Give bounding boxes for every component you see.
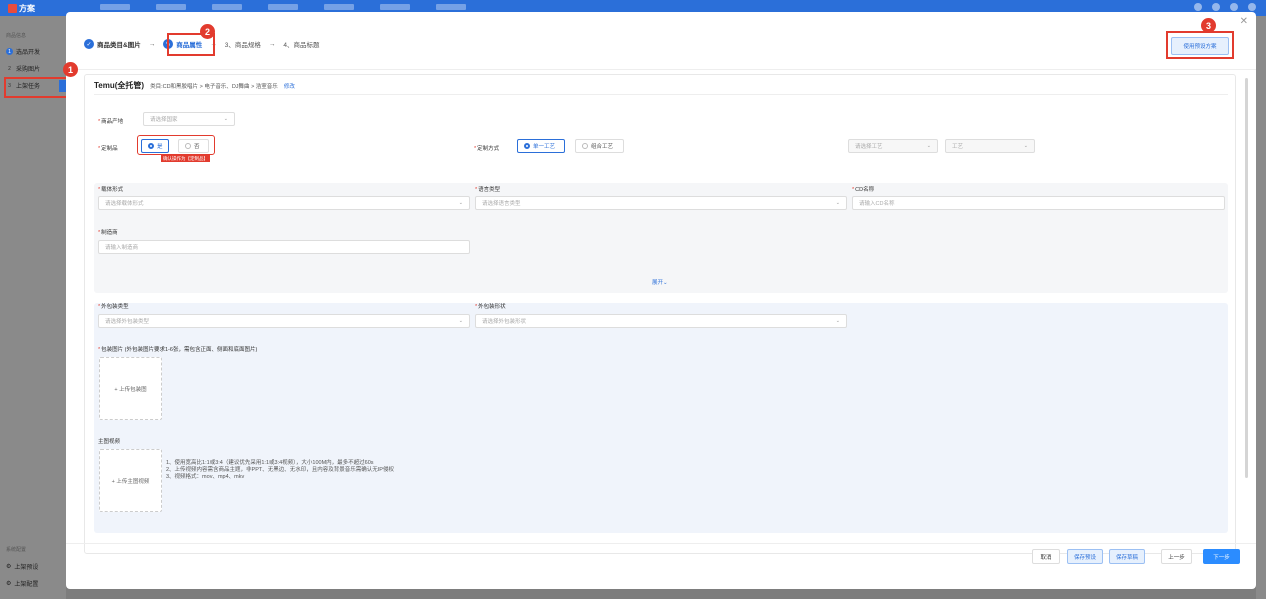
save-draft-button[interactable]: 保存草稿	[1109, 549, 1145, 564]
chevron-down-icon: ⌄	[458, 200, 463, 206]
language-label: *语言类型	[475, 187, 501, 193]
notification-icon[interactable]	[1194, 3, 1202, 11]
top-nav-item[interactable]	[212, 4, 242, 10]
chevron-down-icon: ⌄	[223, 116, 228, 122]
top-nav-item[interactable]	[100, 4, 130, 10]
craft-sub-select[interactable]: 工艺 ⌄	[945, 139, 1035, 153]
chevron-down-icon: ⌄	[663, 280, 668, 286]
sidebar-item-listing-config[interactable]: ⚙ 上架配置	[6, 579, 38, 588]
language-select[interactable]: 请选择语言类型 ⌄	[475, 196, 847, 210]
cd-name-input[interactable]: 请输入CD名称	[852, 196, 1225, 210]
maker-input[interactable]: 请输入制造商	[98, 240, 470, 254]
top-nav-item[interactable]	[324, 4, 354, 10]
video-requirements: 1、使用宽高比1:1或3:4（建议优先采用1:1或3:4视频），大小100M内，…	[166, 460, 394, 480]
pack-shape-select[interactable]: 请选择外包装形状 ⌄	[475, 314, 847, 328]
edit-category-link[interactable]: 修改	[284, 82, 295, 90]
top-nav-items	[100, 4, 466, 10]
sidebar-collapse-handle[interactable]	[59, 80, 66, 92]
sidebar-item-select-dev[interactable]: 1 选品开发	[6, 47, 40, 56]
upload-pack-image-button[interactable]: + 上传包装图	[99, 357, 162, 420]
chevron-down-icon: ⌄	[835, 200, 840, 206]
chevron-down-icon: ⌄	[1023, 143, 1028, 149]
chevron-down-icon: ⌄	[458, 318, 463, 324]
annotation-badge-1: 1	[63, 62, 78, 77]
header-divider	[66, 69, 1256, 70]
sidebar-item-listing-preset[interactable]: ⚙ 上架预设	[6, 562, 38, 571]
step-title[interactable]: 4、商品标题	[283, 39, 319, 49]
sidebar-section-label: 商品信息	[6, 33, 27, 39]
expand-link[interactable]: 展开⌄	[652, 278, 668, 286]
top-nav-item[interactable]	[156, 4, 186, 10]
help-icon[interactable]	[1212, 3, 1220, 11]
next-step-button[interactable]: 下一步	[1203, 549, 1240, 564]
shop-header: Temu(全托管) 类目:CD和黑胶唱片 > 电子音乐、DJ舞曲 > 浩室音乐 …	[94, 80, 295, 91]
top-nav-item[interactable]	[436, 4, 466, 10]
craft-label: *定制方式	[474, 146, 500, 152]
close-icon[interactable]: ✕	[1240, 16, 1248, 27]
gear-icon: ⚙	[6, 564, 12, 570]
carrier-label: *载体形式	[98, 187, 124, 193]
annotation-badge-2: 2	[200, 24, 215, 39]
origin-select[interactable]: 请选择国家 ⌄	[143, 112, 235, 126]
carrier-select[interactable]: 请选择载体形式 ⌄	[98, 196, 470, 210]
gear-icon: ⚙	[6, 581, 12, 587]
combo-craft-radio[interactable]: 组合工艺	[575, 139, 624, 153]
category-path: 类目:CD和黑胶唱片 > 电子音乐、DJ舞曲 > 浩室音乐	[150, 84, 278, 90]
step-specs[interactable]: 3、商品规格	[225, 39, 261, 49]
top-nav-item[interactable]	[268, 4, 298, 10]
chevron-down-icon: ⌄	[926, 143, 931, 149]
upload-main-video-button[interactable]: + 上传主图视频	[99, 449, 162, 512]
pack-images-label: *包装图片 (外包装图片要求1-6张，需包含正面、侧面和底面图片)	[98, 347, 258, 353]
pack-shape-label: *外包装形状	[475, 304, 506, 310]
single-craft-radio[interactable]: 单一工艺	[517, 139, 565, 153]
pack-type-label: *外包装类型	[98, 304, 129, 310]
top-nav-item[interactable]	[380, 4, 410, 10]
origin-label: *商品产地	[98, 119, 124, 125]
highlight-box-customized	[137, 135, 215, 155]
prev-step-button[interactable]: 上一步	[1161, 549, 1192, 564]
cd-name-label: *CD名称	[852, 187, 875, 193]
right-background	[1256, 16, 1266, 599]
customized-confirm-tag: 确认操作为【定制品】	[161, 155, 210, 162]
sidebar-section-label: 系统配置	[6, 547, 27, 553]
annotation-badge-3: 3	[1201, 18, 1216, 33]
sidebar-item-purchase-images[interactable]: 2 采购图片	[6, 64, 40, 74]
customized-label: *定制品	[98, 146, 118, 152]
save-preset-button[interactable]: 保存预设	[1067, 549, 1103, 564]
main-video-label: 主图视频	[98, 439, 121, 445]
avatar[interactable]	[1248, 3, 1256, 11]
arrow-right-icon: →	[148, 40, 156, 48]
arrow-right-icon: →	[268, 40, 276, 48]
app-logo: 方案	[8, 3, 44, 14]
product-edit-modal: ✕ ✓ 商品类目&图片 → ✎ 商品属性 → 3、商品规格 → 4、商品标题 使用预…	[66, 12, 1256, 589]
shop-divider	[94, 94, 1228, 95]
scrollbar[interactable]	[1245, 78, 1248, 478]
footer-divider	[66, 543, 1256, 544]
step-category-images[interactable]: ✓ 商品类目&图片	[84, 39, 141, 49]
packaging-section	[94, 303, 1228, 533]
settings-icon[interactable]	[1230, 3, 1238, 11]
shop-title: Temu(全托管)	[94, 81, 145, 90]
maker-label: *制造商	[98, 230, 118, 236]
pack-type-select[interactable]: 请选择外包装类型 ⌄	[98, 314, 470, 328]
top-right-icons	[1194, 3, 1256, 11]
check-icon: ✓	[84, 39, 94, 49]
highlight-box-preset	[1166, 31, 1234, 59]
sidebar: 商品信息 1 选品开发 2 采购图片 3 上架任务 系统配置 ⚙ 上架预设 ⚙ 上架配置	[0, 16, 66, 599]
cancel-button[interactable]: 取消	[1032, 549, 1060, 564]
craft-select[interactable]: 请选择工艺 ⌄	[848, 139, 938, 153]
chevron-down-icon: ⌄	[835, 318, 840, 324]
logo-icon	[8, 4, 17, 13]
